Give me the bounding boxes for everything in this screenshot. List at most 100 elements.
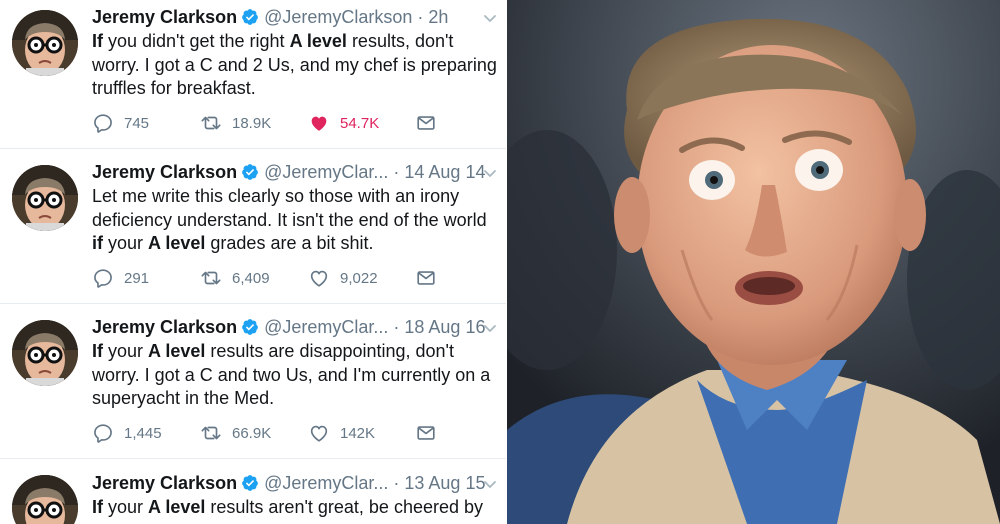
separator-dot: · [393, 316, 400, 337]
like-count: 54.7K [340, 114, 380, 132]
retweet-count: 66.9K [232, 424, 272, 442]
verified-badge-icon [241, 474, 259, 492]
retweet-icon [200, 422, 222, 444]
author-handle[interactable]: @JeremyClar... [264, 473, 388, 494]
text-bold: A level [289, 31, 347, 51]
tweet-text: If your A level results are disappointin… [92, 340, 502, 411]
text-run: your [103, 233, 149, 253]
separator-dot: · [393, 161, 400, 182]
reply-count: 745 [124, 114, 150, 132]
tweet-actions: 745 18.9K 54.7K [92, 112, 452, 134]
tweet-text: If your A level results aren't great, be… [92, 496, 502, 520]
author-name[interactable]: Jeremy Clarkson [92, 317, 237, 338]
reaction-photo [507, 0, 1000, 524]
text-run: worry. I got a C and 2 Us, and my chef i… [92, 54, 497, 75]
like-button[interactable]: 54.7K [308, 112, 379, 134]
tweet-timestamp[interactable]: 2h [428, 7, 448, 28]
reply-icon [92, 422, 114, 444]
text-run: Let me write this clearly so those with … [92, 186, 460, 206]
direct-message-button[interactable] [415, 112, 447, 134]
verified-badge-icon [241, 163, 259, 181]
chevron-down-icon[interactable] [482, 476, 498, 492]
text-bold: If [92, 31, 103, 51]
heart-icon [308, 422, 330, 444]
like-count: 142K [340, 424, 376, 442]
text-run: truffles for breakfast. [92, 78, 256, 98]
retweet-button[interactable]: 66.9K [200, 422, 271, 444]
like-button[interactable]: 142K [308, 422, 375, 444]
tweet-header: Jeremy Clarkson @JeremyClar... · 14 Aug … [92, 160, 485, 184]
chevron-down-icon[interactable] [482, 10, 498, 26]
text-bold: if [92, 233, 103, 253]
author-name[interactable]: Jeremy Clarkson [92, 7, 237, 28]
avatar[interactable] [12, 165, 78, 231]
separator-dot: · [393, 472, 400, 493]
author-name[interactable]: Jeremy Clarkson [92, 473, 237, 494]
tweet-text: Let me write this clearly so those with … [92, 185, 502, 256]
verified-badge-icon [241, 8, 259, 26]
retweet-button[interactable]: 6,409 [200, 267, 270, 289]
tweet-header: Jeremy Clarkson @JeremyClar... · 18 Aug … [92, 315, 485, 339]
tweet-timestamp[interactable]: 14 Aug 14 [404, 162, 485, 183]
direct-message-button[interactable] [415, 267, 447, 289]
tweet-actions: 1,445 66.9K 142K [92, 422, 452, 444]
author-name[interactable]: Jeremy Clarkson [92, 162, 237, 183]
text-bold: If [92, 497, 103, 517]
tweet-text: If you didn't get the right A level resu… [92, 30, 502, 101]
tweet[interactable]: Jeremy Clarkson @JeremyClar... · 13 Aug … [0, 459, 506, 524]
retweet-button[interactable]: 18.9K [200, 112, 271, 134]
heart-icon [308, 267, 330, 289]
retweet-count: 6,409 [232, 269, 270, 287]
text-bold: A level [148, 233, 206, 253]
author-handle[interactable]: @JeremyClar... [264, 317, 388, 338]
retweet-icon [200, 267, 222, 289]
reply-count: 291 [124, 269, 150, 287]
text-run: results, don't [346, 31, 454, 51]
tweet[interactable]: Jeremy Clarkson @JeremyClar... · 18 Aug … [0, 304, 506, 459]
avatar[interactable] [12, 320, 78, 386]
reply-button[interactable]: 291 [92, 267, 149, 289]
avatar[interactable] [12, 10, 78, 76]
text-run: superyacht in the Med. [92, 388, 275, 408]
tweet[interactable]: Jeremy Clarkson @JeremyClarkson · 2h If … [0, 0, 506, 149]
tweet-timestamp[interactable]: 13 Aug 15 [404, 473, 485, 494]
retweet-count: 18.9K [232, 114, 272, 132]
text-run: your [103, 341, 149, 361]
text-run: worry. I got a C and two Us, and I'm cur… [92, 364, 491, 385]
avatar[interactable] [12, 475, 78, 524]
like-button[interactable]: 9,022 [308, 267, 378, 289]
text-run: grades are a bit shit. [205, 233, 374, 253]
heart-icon [308, 112, 330, 134]
author-handle[interactable]: @JeremyClar... [264, 162, 388, 183]
text-bold: A level [148, 341, 206, 361]
reply-icon [92, 112, 114, 134]
direct-message-icon [415, 422, 437, 444]
reply-button[interactable]: 745 [92, 112, 149, 134]
text-run: you didn't get the right [103, 31, 290, 51]
chevron-down-icon[interactable] [482, 320, 498, 336]
chevron-down-icon[interactable] [482, 165, 498, 181]
tweet-feed: Jeremy Clarkson @JeremyClarkson · 2h If … [0, 0, 506, 524]
tweet-header: Jeremy Clarkson @JeremyClarkson · 2h [92, 5, 448, 29]
reply-count: 1,445 [124, 424, 162, 442]
direct-message-icon [415, 112, 437, 134]
retweet-icon [200, 112, 222, 134]
text-run: results aren't great, be cheered by [205, 497, 483, 517]
direct-message-icon [415, 267, 437, 289]
verified-badge-icon [241, 318, 259, 336]
text-run: your [103, 497, 149, 517]
text-bold: A level [148, 497, 206, 517]
separator-dot: · [417, 6, 424, 27]
author-handle[interactable]: @JeremyClarkson [264, 7, 412, 28]
text-run: results are disappointing, don't [205, 341, 454, 361]
text-run: deficiency understand. It isn't the end … [92, 209, 487, 230]
tweet-actions: 291 6,409 9,022 [92, 267, 452, 289]
reply-button[interactable]: 1,445 [92, 422, 162, 444]
direct-message-button[interactable] [415, 422, 447, 444]
reply-icon [92, 267, 114, 289]
text-bold: If [92, 341, 103, 361]
like-count: 9,022 [340, 269, 378, 287]
tweet-header: Jeremy Clarkson @JeremyClar... · 13 Aug … [92, 471, 485, 495]
tweet-timestamp[interactable]: 18 Aug 16 [404, 317, 485, 338]
tweet[interactable]: Jeremy Clarkson @JeremyClar... · 14 Aug … [0, 149, 506, 304]
